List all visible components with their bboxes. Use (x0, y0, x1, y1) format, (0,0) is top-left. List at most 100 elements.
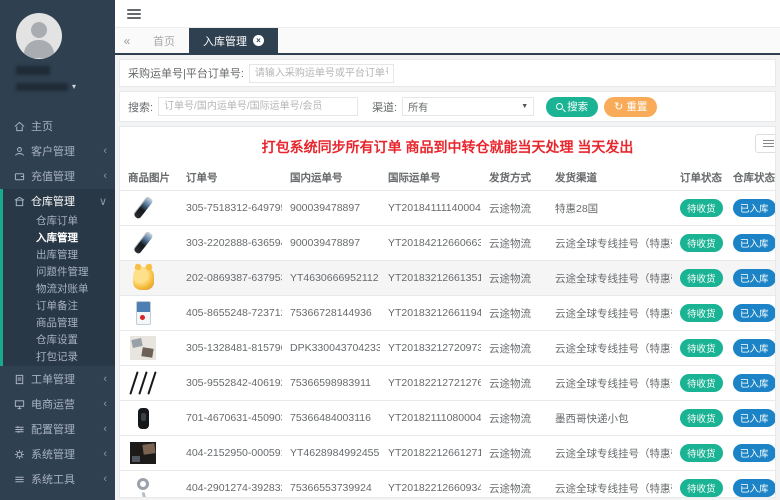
intl-waybill-cell: YT2018221266093490 (380, 470, 481, 497)
purchase-waybill-input[interactable] (248, 63, 394, 83)
order-no-cell: 202-0869387-6379533 (178, 260, 282, 296)
user-name-redacted: ▾ (16, 66, 115, 96)
notice-banner: 打包系统同步所有订单 商品到中转仓就能当天处理 当天发出 (261, 139, 634, 155)
sidebar-subitem[interactable]: 仓库订单 (3, 213, 115, 230)
sidebar-item-label: 系统工具 (31, 474, 75, 486)
table-row: 404-2901274-3928327 75366553739924 YT20182… (120, 470, 775, 497)
domestic-waybill-cell: YT4628984992455 (282, 435, 380, 471)
main-area: « 首页 入库管理 × 采购运单号|平台订单号: 搜索: 渠道: 所有 ▼ 搜索… (115, 0, 780, 500)
ship-method-cell: 云途物流 (481, 470, 547, 497)
product-image[interactable] (128, 263, 158, 293)
intl-waybill-cell: YT2018221272127645 (380, 365, 481, 401)
product-image[interactable] (128, 333, 158, 363)
search-button[interactable]: 搜索 (546, 96, 599, 117)
order-no-cell: 404-2901274-3928327 (178, 470, 282, 497)
tab-home-label: 首页 (153, 35, 175, 48)
intl-waybill-cell: YT2018321272097384 (380, 330, 481, 366)
column-header: 订单状态 (672, 165, 725, 191)
chevron-left-icon: ‹ (103, 448, 107, 460)
channel-cell: 云途全球专线挂号（特惠普货） (547, 365, 672, 401)
order-status-badge: 待收货 (680, 234, 723, 252)
product-image[interactable] (128, 473, 158, 497)
product-image[interactable] (128, 228, 158, 258)
platform-cell: sho (775, 331, 776, 366)
warehouse-status-badge: 已入库 (733, 409, 775, 427)
product-image[interactable] (128, 298, 158, 328)
sidebar-item-6[interactable]: 配置管理 ‹ (0, 417, 115, 441)
search-input[interactable] (158, 97, 359, 116)
tab-inbound-label: 入库管理 (203, 35, 247, 48)
sidebar-item-5[interactable]: 电商运营 ‹ (0, 392, 115, 416)
column-header: 仓库状态 (725, 165, 775, 191)
sidebar-subitem[interactable]: 入库管理 (3, 230, 115, 247)
channel-cell: 云途全球专线挂号（特惠带电） (547, 260, 672, 296)
ship-method-cell: 云途物流 (481, 365, 547, 401)
order-no-cell: 305-7518312-6497952 (178, 190, 282, 226)
order-status-badge: 待收货 (680, 199, 723, 217)
platform-cell: sho (775, 261, 776, 296)
tab-inbound-management[interactable]: 入库管理 × (189, 28, 278, 53)
intl-waybill-cell: YT2018321266135177 (380, 260, 481, 296)
table-row: 701-4670631-4509033 75366484003116 YT20182… (120, 400, 775, 436)
close-icon[interactable]: × (253, 35, 264, 46)
table-row: 202-0869387-6379533 YT4630666952112 YT2018… (120, 260, 776, 296)
chevron-left-icon: ‹ (103, 373, 107, 385)
sidebar-subitem[interactable]: 打包记录 (3, 349, 115, 366)
sidebar-subitem[interactable]: 商品管理 (3, 315, 115, 332)
purchase-filter-label: 采购运单号|平台订单号: (128, 68, 244, 80)
channel-cell: 云途全球专线挂号（特惠带电） (547, 435, 672, 471)
sidebar-item-2[interactable]: 充值管理 ‹ (0, 164, 115, 188)
product-image[interactable] (128, 368, 158, 398)
tab-home[interactable]: 首页 (139, 28, 189, 53)
sidebar-item-7[interactable]: 系统管理 ‹ (0, 442, 115, 466)
sidebar-item-label: 配置管理 (31, 424, 75, 436)
sidebar-item-8[interactable]: 系统工具 ‹ (0, 467, 115, 491)
platform-cell: sho (775, 191, 776, 226)
domestic-waybill-cell: DPK330043704233 (282, 330, 380, 366)
domestic-waybill-cell: 75366728144936 (282, 295, 380, 331)
order-no-cell: 404-2152950-0005918 (178, 435, 282, 471)
channel-cell: 云途全球专线挂号（特惠带电） (547, 295, 672, 331)
sidebar-item-3[interactable]: 仓库管理 ∨ (3, 189, 115, 213)
domestic-waybill-cell: YT4630666952112 (282, 260, 380, 296)
sidebar-item-0[interactable]: 主页 (0, 114, 115, 138)
product-image[interactable] (128, 193, 158, 223)
table-row: 305-1328481-8157960 DPK330043704233 YT2018… (120, 330, 776, 366)
table-row: 405-8655248-7237124 75366728144936 YT20183… (120, 295, 775, 331)
sidebar-subitem[interactable]: 仓库设置 (3, 332, 115, 349)
sidebar-item-label: 工单管理 (31, 374, 75, 386)
warehouse-status-badge: 已入库 (733, 479, 775, 497)
top-bar (115, 0, 780, 28)
sidebar-item-1[interactable]: 客户管理 ‹ (0, 139, 115, 163)
product-image[interactable] (128, 438, 158, 468)
sidebar-subitem[interactable]: 订单备注 (3, 298, 115, 315)
search-panel: 搜索: 渠道: 所有 ▼ 搜索 ↻ 重置 (119, 91, 776, 122)
sidebar-subitem[interactable]: 物流对账单 (3, 281, 115, 298)
table-row: 305-9552842-4061929 75366598983911 YT20182… (120, 365, 775, 401)
search-button-label: 搜索 (567, 101, 589, 113)
user-profile[interactable]: ▾ (0, 0, 115, 106)
sidebar-item-4[interactable]: 工单管理 ‹ (0, 367, 115, 391)
chevron-left-icon: ‹ (103, 473, 107, 485)
sidebar-subitem[interactable]: 问题件管理 (3, 264, 115, 281)
channel-cell: 云途全球专线挂号（特惠普货） (547, 330, 672, 366)
chevron-down-icon: ∨ (98, 195, 107, 208)
product-image[interactable] (128, 403, 158, 433)
reset-button[interactable]: ↻ 重置 (604, 96, 658, 117)
hamburger-menu-icon[interactable] (127, 7, 141, 21)
channel-filter-label: 渠道: (372, 101, 398, 114)
order-status-badge: 待收货 (680, 374, 723, 392)
refresh-icon: ↻ (614, 101, 624, 113)
chevron-left-icon: ‹ (103, 423, 107, 435)
order-no-cell: 305-1328481-8157960 (178, 330, 282, 366)
chevron-left-icon: ‹ (103, 170, 107, 182)
columns-toggle-button[interactable] (755, 134, 775, 153)
config-icon (12, 424, 27, 435)
channel-select[interactable]: 所有 ▼ (402, 97, 535, 116)
sidebar-subitem[interactable]: 出库管理 (3, 247, 115, 264)
tab-collapse-icon[interactable]: « (115, 28, 139, 53)
warehouse-status-badge: 已入库 (733, 269, 775, 287)
ship-method-cell: 云途物流 (481, 225, 547, 261)
avatar[interactable] (16, 13, 62, 59)
tools-icon (12, 474, 27, 485)
